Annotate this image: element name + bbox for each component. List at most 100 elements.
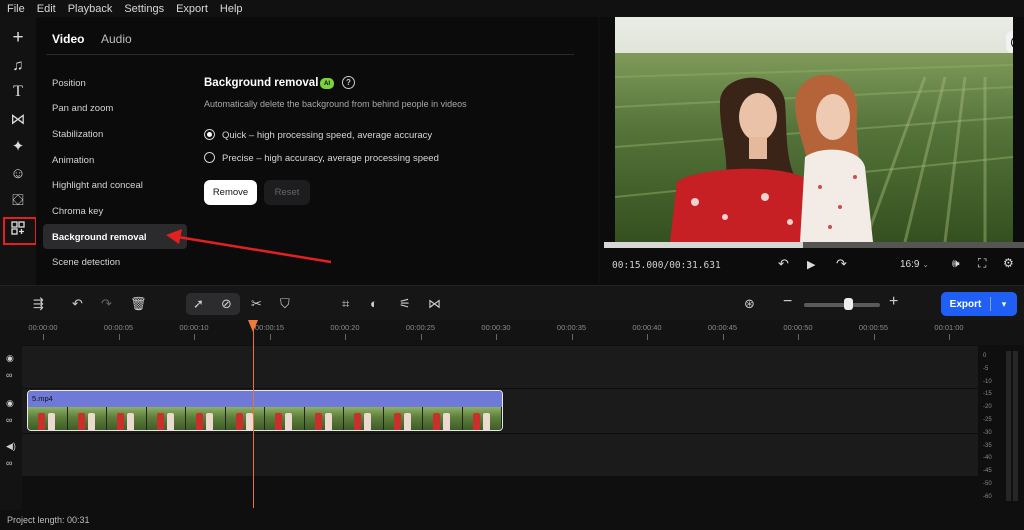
project-length: Project length: 00:31	[7, 515, 90, 525]
redo-icon[interactable]: ↷	[101, 296, 112, 312]
level-scale-label: -30	[983, 429, 992, 436]
clip-name: 5.mp4	[28, 391, 502, 407]
nav-item-position[interactable]: Position	[52, 78, 86, 89]
level-scale-label: -35	[983, 442, 992, 449]
ruler-tick-label: 00:00:10	[179, 323, 209, 332]
link-icon[interactable]: ∞	[6, 415, 12, 425]
rewind-icon[interactable]: ↶	[778, 256, 789, 272]
zoom-out-icon[interactable]: −	[783, 293, 792, 311]
mark-icon[interactable]: ⛉	[280, 296, 290, 312]
ruler-tick-label: 00:01:00	[934, 323, 964, 332]
help-icon[interactable]: ?	[342, 76, 355, 89]
settings-gear-icon[interactable]: ⚙	[1003, 256, 1014, 270]
tab-video[interactable]: Video	[52, 32, 84, 46]
playhead-handle[interactable]	[248, 320, 258, 332]
menu-help[interactable]: Help	[220, 3, 243, 15]
fullscreen-icon[interactable]: ⛶	[978, 256, 986, 271]
speed-icon[interactable]: ◐	[370, 296, 378, 311]
forward-icon[interactable]: ↷	[836, 256, 847, 272]
link-icon[interactable]: ∞	[6, 370, 12, 380]
eye-icon[interactable]: ◉	[6, 353, 14, 364]
stickers-icon[interactable]: ☺	[8, 163, 28, 183]
menu-file[interactable]: File	[7, 3, 25, 15]
undo-icon[interactable]: ↶	[72, 296, 83, 312]
overlay-track[interactable]	[22, 346, 978, 388]
eye-icon[interactable]: ◉	[6, 398, 14, 409]
preview-scrubber[interactable]	[604, 242, 1024, 248]
menu-settings[interactable]: Settings	[124, 3, 164, 15]
volume-icon[interactable]: 🕪	[952, 256, 960, 271]
ruler-tick-label: 00:00:45	[707, 323, 738, 332]
ruler-tick	[269, 334, 271, 340]
zoom-slider-handle[interactable]	[844, 298, 853, 310]
ruler-tick-label: 00:00:30	[481, 323, 511, 332]
clip-thumbnail	[107, 407, 147, 430]
menu-export[interactable]: Export	[176, 3, 208, 15]
ruler-tick	[798, 334, 799, 340]
remove-button[interactable]: Remove	[204, 180, 257, 205]
chevron-down-icon[interactable]: ▾	[991, 299, 1017, 310]
nav-item-chroma-key[interactable]: Chroma key	[52, 206, 103, 217]
level-scale-label: -10	[983, 378, 992, 385]
disable-icon[interactable]: ⊘	[221, 296, 232, 312]
crop-icon[interactable]: ⌗	[342, 296, 349, 312]
nav-item-background-removal[interactable]: Background removal	[52, 232, 147, 243]
clip-thumbnail	[146, 407, 186, 430]
clip-thumbnail	[462, 407, 502, 430]
video-clip[interactable]: 5.mp4	[27, 390, 503, 431]
ruler-tick-label: 00:00:50	[783, 323, 813, 332]
export-button[interactable]: Export ▾	[941, 292, 1017, 316]
filters-icon[interactable]: ✦	[8, 136, 28, 156]
music-icon[interactable]: ♫	[8, 55, 28, 75]
text-icon[interactable]: T	[8, 82, 28, 102]
audio-track[interactable]	[22, 434, 978, 476]
split-icon[interactable]: ✂	[251, 296, 262, 312]
audio-icon[interactable]: ◀)	[6, 441, 16, 452]
adjust-icon[interactable]: ⚟	[399, 296, 411, 312]
nav-item-stabilization[interactable]: Stabilization	[52, 129, 103, 140]
nav-item-scene-detection[interactable]: Scene detection	[52, 257, 120, 268]
clip-thumbnail	[225, 407, 265, 430]
level-scale-label: -15	[983, 391, 992, 398]
play-icon[interactable]: ▶	[807, 258, 815, 271]
clip-thumbnail	[28, 407, 68, 430]
properties-panel: Video Audio Position Pan and zoom Stabil…	[36, 17, 598, 285]
ruler-tick	[949, 334, 950, 340]
elements-icon[interactable]: ⛋	[8, 190, 28, 210]
nav-item-pan-and-zoom[interactable]: Pan and zoom	[52, 103, 113, 114]
divider	[46, 54, 574, 55]
preview-help-button[interactable]: ?	[1006, 31, 1013, 53]
ruler-tick-label: 00:00:35	[556, 323, 587, 332]
magnet-icon[interactable]: ⊛	[744, 296, 755, 312]
precise-radio[interactable]	[204, 152, 215, 163]
transitions-icon[interactable]: ⋈	[8, 109, 28, 129]
level-scale-label: 0	[983, 353, 987, 359]
quick-radio-label[interactable]: Quick – high processing speed, average a…	[222, 130, 432, 141]
menu-edit[interactable]: Edit	[37, 3, 56, 15]
quick-radio[interactable]	[204, 129, 215, 140]
delete-icon[interactable]: 🗑	[130, 296, 147, 312]
add-media-icon[interactable]: +	[8, 27, 28, 48]
nav-item-highlight-and-conceal[interactable]: Highlight and conceal	[52, 180, 143, 191]
level-scale-label: -45	[983, 468, 992, 475]
add-track-icon[interactable]: ⇶	[33, 296, 44, 312]
select-tool-icon[interactable]: ➚	[193, 296, 204, 312]
menu-playback[interactable]: Playback	[68, 3, 113, 15]
nav-item-animation[interactable]: Animation	[52, 155, 94, 166]
tab-audio[interactable]: Audio	[101, 32, 132, 46]
ruler-tick-label: 00:00:05	[103, 323, 134, 332]
zoom-slider[interactable]	[804, 303, 880, 307]
link-off-icon[interactable]: ∞	[6, 458, 12, 468]
aspect-ratio-select[interactable]: 16:9 ⌄	[900, 259, 929, 270]
precise-radio-label[interactable]: Precise – high accuracy, average process…	[222, 153, 439, 164]
ruler-tick-label: 00:00:55	[858, 323, 889, 332]
level-scale-label: -5	[983, 365, 989, 372]
zoom-in-icon[interactable]: +	[889, 293, 898, 311]
timeline-ruler[interactable]: 00:00:00 00:00:05 00:00:10 00:00:15 00:00:20…	[0, 320, 1024, 345]
reset-button[interactable]: Reset	[264, 180, 310, 205]
level-bar-left	[1006, 351, 1011, 501]
section-description: Automatically delete the background from…	[204, 99, 467, 109]
status-bar: Project length: 00:31	[0, 510, 1024, 530]
transition-icon[interactable]: ⋈	[428, 296, 441, 312]
section-title: Background removal	[204, 77, 319, 89]
